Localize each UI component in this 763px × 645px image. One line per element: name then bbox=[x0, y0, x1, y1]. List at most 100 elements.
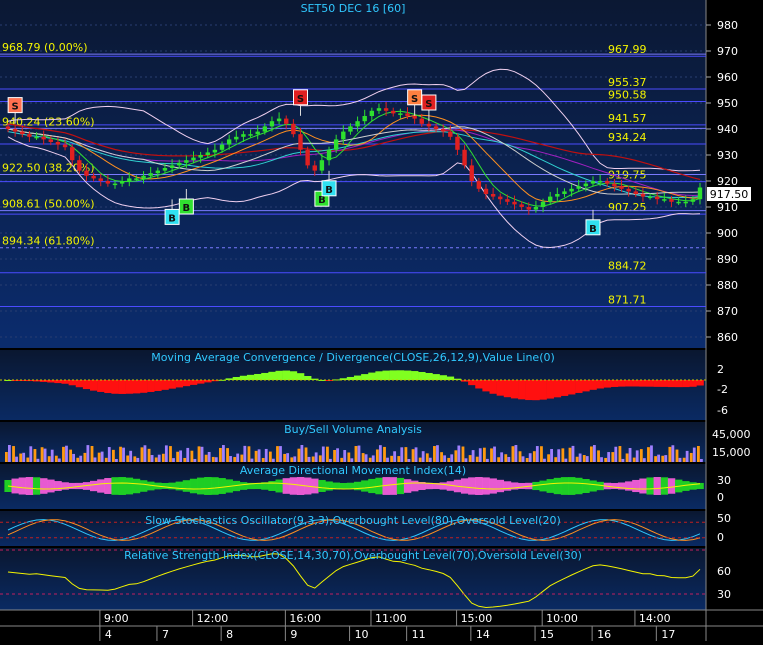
volume-sell-bar bbox=[36, 458, 40, 462]
macd-bar bbox=[389, 370, 398, 380]
adx-bar bbox=[211, 477, 219, 495]
adx-bar bbox=[539, 480, 547, 492]
adx-bar bbox=[689, 482, 697, 490]
volume-buy-bar bbox=[597, 450, 600, 462]
volume-sell-bar bbox=[464, 458, 468, 462]
adx-bar bbox=[667, 478, 676, 494]
macd-bar bbox=[674, 380, 683, 388]
price-tick-label: 970 bbox=[717, 45, 738, 58]
macd-tick-minus2: -2 bbox=[717, 383, 728, 396]
price-tick-label: 980 bbox=[717, 19, 738, 32]
volume-sell-bar bbox=[700, 458, 703, 462]
candle-body bbox=[455, 136, 460, 150]
candle-body bbox=[127, 178, 132, 181]
macd-bar bbox=[603, 380, 612, 388]
volume-buy-bar bbox=[682, 457, 686, 462]
macd-bar bbox=[353, 375, 362, 380]
adx-bar bbox=[161, 482, 169, 490]
volume-buy-bar bbox=[197, 446, 201, 462]
candle-body bbox=[676, 201, 681, 204]
volume-buy-bar bbox=[204, 454, 208, 462]
volume-sell-bar bbox=[107, 447, 111, 462]
adx-bar bbox=[518, 482, 526, 490]
macd-bar bbox=[446, 376, 455, 380]
macd-bar bbox=[682, 380, 690, 388]
volume-buy-bar bbox=[183, 457, 187, 462]
volume-sell-bar bbox=[500, 452, 504, 462]
candle-body bbox=[690, 199, 696, 202]
candle-body bbox=[205, 152, 210, 155]
volume-buy-bar bbox=[119, 446, 122, 462]
volume-buy-bar bbox=[326, 446, 329, 462]
volume-sell-bar bbox=[657, 454, 660, 462]
volume-buy-bar bbox=[490, 448, 493, 462]
volume-buy-bar bbox=[290, 457, 294, 462]
signal-letter: B bbox=[168, 213, 176, 224]
adx-title: Average Directional Movement Index(14) bbox=[240, 464, 466, 477]
candle-body bbox=[284, 118, 289, 124]
volume-sell-bar bbox=[664, 455, 668, 462]
volume-sell-bar bbox=[443, 455, 446, 462]
volume-sell-bar bbox=[193, 458, 197, 462]
volume-sell-bar bbox=[257, 449, 261, 462]
adx-bar bbox=[97, 479, 105, 493]
macd-tick-minus6: -6 bbox=[717, 404, 728, 417]
rsi-tick-60: 60 bbox=[717, 565, 731, 578]
volume-sell-bar bbox=[436, 445, 439, 462]
volume-sell-bar bbox=[321, 446, 325, 462]
macd-bar bbox=[418, 371, 426, 380]
candle-body bbox=[362, 116, 367, 122]
macd-bar bbox=[496, 380, 505, 396]
level-label: 955.37 bbox=[608, 76, 647, 89]
volume-sell-bar bbox=[364, 454, 368, 462]
candle-body bbox=[62, 144, 68, 148]
adx-bar bbox=[47, 479, 55, 493]
volume-buy-bar bbox=[540, 446, 543, 462]
signal-letter: B bbox=[589, 224, 597, 235]
day-label: 14 bbox=[476, 628, 490, 641]
adx-bar bbox=[625, 481, 633, 491]
macd-bar bbox=[625, 380, 633, 387]
candle-body bbox=[490, 194, 496, 197]
adx-tick-0: 0 bbox=[717, 491, 724, 504]
signal-letter: B bbox=[183, 203, 191, 214]
candle-body bbox=[148, 173, 153, 176]
candle-body bbox=[569, 188, 574, 192]
candle-body bbox=[633, 191, 638, 194]
chart-title: SET50 DEC 16 [60] bbox=[301, 2, 406, 15]
macd-bar bbox=[567, 380, 576, 395]
macd-bar bbox=[639, 380, 647, 387]
adx-bar bbox=[553, 477, 562, 495]
volume-buy-bar bbox=[440, 452, 443, 462]
stoch-title: Slow Stochastics Oscillator(9,3,3),Overb… bbox=[145, 514, 561, 527]
volume-buy-bar bbox=[532, 451, 536, 462]
candle-body bbox=[562, 191, 567, 194]
candle-body bbox=[326, 149, 332, 161]
candle-body bbox=[226, 139, 232, 145]
volume-buy-bar bbox=[511, 446, 515, 462]
volume-buy-bar bbox=[54, 455, 58, 462]
volume-sell-bar bbox=[314, 452, 318, 462]
macd-bar bbox=[239, 375, 248, 380]
macd-bar bbox=[82, 380, 91, 390]
volume-sell-bar bbox=[307, 456, 311, 462]
macd-bar bbox=[282, 370, 291, 380]
adx-bar bbox=[104, 478, 112, 494]
volume-sell-bar bbox=[421, 451, 425, 462]
adx-bar bbox=[660, 477, 669, 495]
adx-bar bbox=[589, 480, 597, 492]
candle-body bbox=[105, 181, 111, 184]
volume-sell-bar bbox=[271, 458, 275, 462]
adx-bar bbox=[132, 478, 141, 494]
candle-body bbox=[169, 165, 175, 168]
price-tick-label: 870 bbox=[717, 305, 738, 318]
candle-body bbox=[605, 181, 610, 184]
adx-bar bbox=[111, 477, 119, 495]
macd-bar bbox=[382, 370, 390, 380]
macd-bar bbox=[296, 373, 305, 380]
volume-buy-bar bbox=[475, 456, 479, 462]
volume-sell-bar bbox=[585, 456, 589, 462]
macd-bar bbox=[489, 380, 497, 394]
adx-bar bbox=[275, 479, 283, 493]
candle-body bbox=[77, 160, 82, 171]
